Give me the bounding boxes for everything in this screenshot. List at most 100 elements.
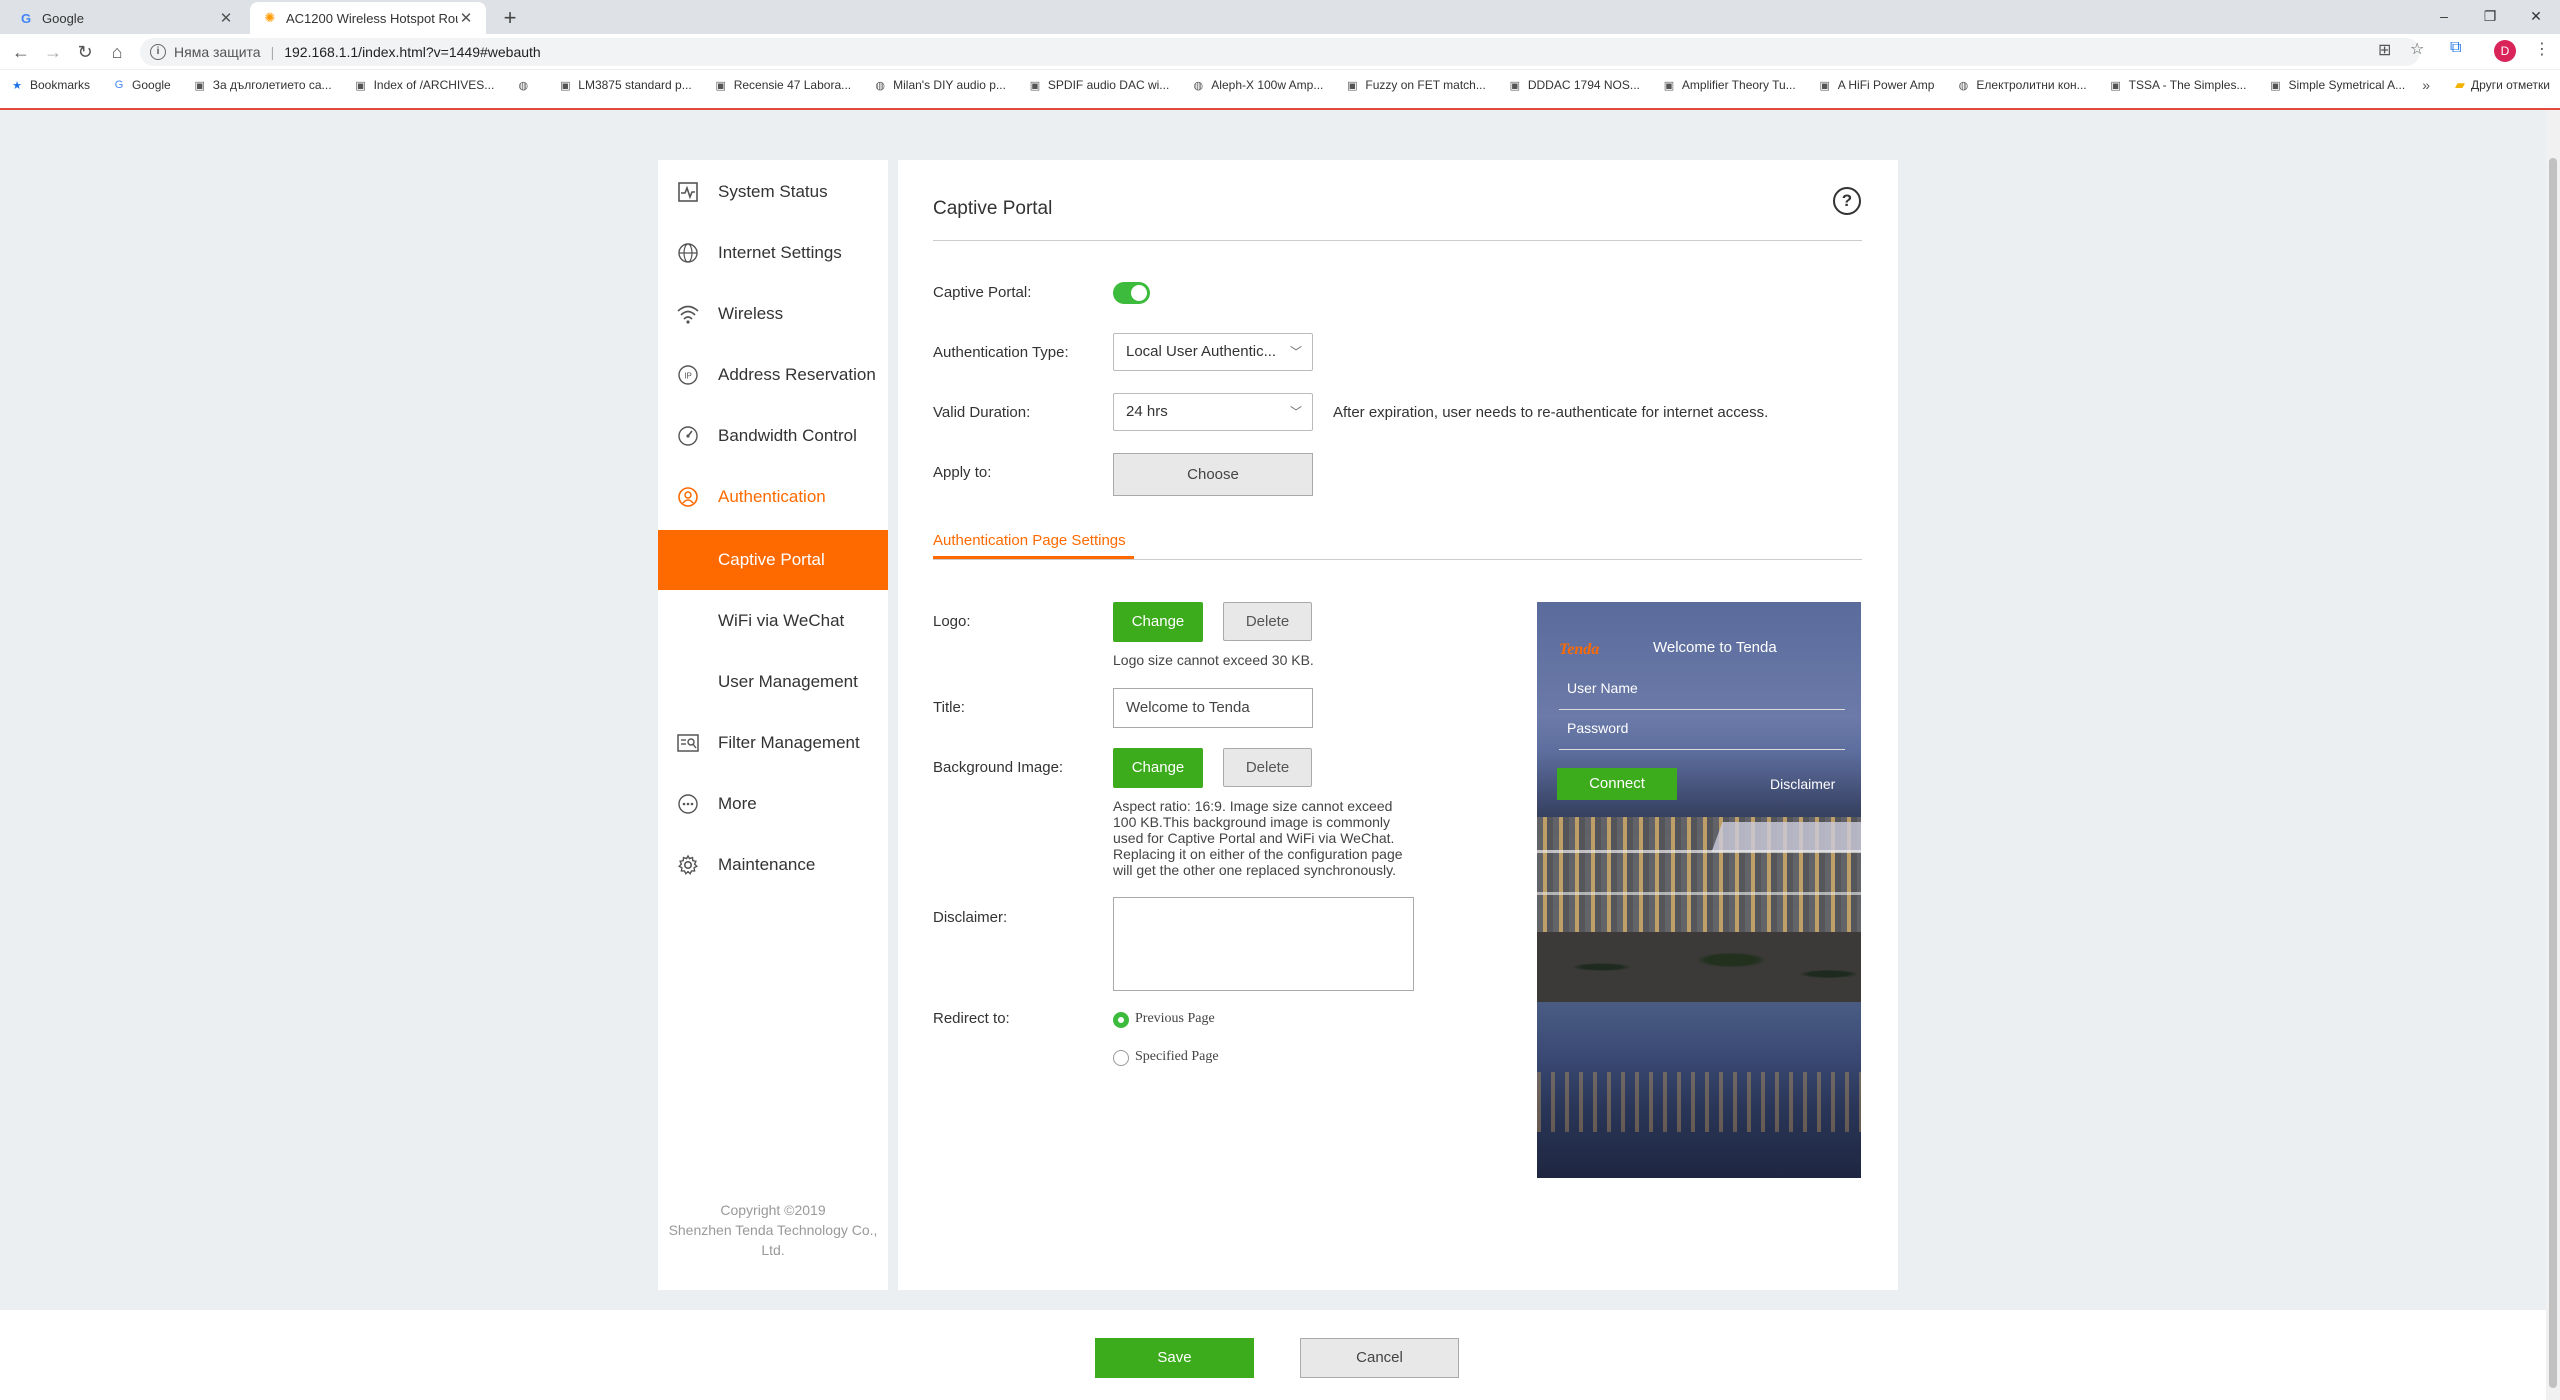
sidebar-item-system-status[interactable]: System Status — [658, 162, 888, 222]
menu-icon[interactable]: ⋮ — [2534, 39, 2550, 59]
close-tab-icon[interactable]: ✕ — [458, 9, 474, 27]
apply-to-label: Apply to: — [933, 464, 992, 481]
other-bookmarks-folder[interactable]: ▰ Други отметки — [2455, 70, 2550, 100]
background-delete-button[interactable]: Delete — [1223, 748, 1312, 787]
background-hint: Aspect ratio: 16:9. Image size cannot ex… — [1113, 798, 1403, 878]
bookmarks-bar: ★ Bookmarks G Google ▣ За дълголетието са... ▣… — [0, 70, 2560, 100]
redirect-previous-radio[interactable] — [1113, 1012, 1129, 1028]
translate-icon[interactable]: ⊞ — [2378, 40, 2391, 60]
other-bookmarks-label: Други отметки — [2471, 78, 2550, 92]
extension-icon[interactable]: ⧉ — [2450, 39, 2461, 57]
bookmark-item[interactable]: ▣ SPDIF audio DAC wi... — [1028, 78, 1170, 92]
sidebar-item-wireless[interactable]: Wireless — [658, 284, 888, 344]
bookmark-item[interactable]: ▣ A HiFi Power Amp — [1818, 78, 1935, 92]
bookmark-item[interactable]: ◍ Milan's DIY audio p... — [873, 78, 1006, 92]
sidebar-item-internet-settings[interactable]: Internet Settings — [658, 223, 888, 283]
valid-duration-hint: After expiration, user needs to re-authe… — [1333, 404, 1769, 421]
sidebar-item-filter-management[interactable]: Filter Management — [658, 713, 888, 773]
new-tab-button[interactable]: + — [496, 4, 524, 32]
address-bar[interactable]: i Няма защита | 192.168.1.1/index.html?v… — [140, 38, 2420, 66]
bookmark-item[interactable]: ★ Bookmarks — [10, 78, 90, 92]
preview-username: User Name — [1567, 680, 1638, 696]
copyright-line: Ltd. — [761, 1242, 785, 1258]
bookmark-item[interactable]: ▣ TSSA - The Simples... — [2109, 78, 2247, 92]
sidebar-item-label: System Status — [718, 182, 828, 201]
preview-connect-button: Connect — [1557, 768, 1677, 800]
hint-line: Aspect ratio: 16:9. Image size cannot ex… — [1113, 798, 1393, 814]
sidebar-item-more[interactable]: More — [658, 774, 888, 834]
auth-type-select[interactable]: Local User Authentic... ﹀ — [1113, 333, 1313, 371]
sidebar-item-user-management[interactable]: User Management — [658, 652, 888, 712]
minimize-icon[interactable]: – — [2424, 2, 2464, 30]
bookmark-item[interactable]: ◍ Aleph-X 100w Amp... — [1191, 78, 1323, 92]
bookmark-label: Index of /ARCHIVES... — [373, 78, 495, 92]
sidebar-item-captive-portal[interactable]: Captive Portal — [658, 530, 888, 590]
bookmark-label: TSSA - The Simples... — [2128, 78, 2247, 92]
scrollbar-thumb[interactable] — [2549, 158, 2557, 1388]
disclaimer-textarea[interactable] — [1113, 897, 1414, 991]
captive-portal-toggle[interactable] — [1113, 282, 1150, 304]
valid-duration-label: Valid Duration: — [933, 404, 1031, 421]
bookmark-label: SPDIF audio DAC wi... — [1047, 78, 1170, 92]
tenda-icon: ✺ — [264, 10, 276, 25]
bookmark-item[interactable]: ◍ Електролитни кон... — [1956, 78, 2087, 92]
bookmark-item[interactable]: ▣ Index of /ARCHIVES... — [354, 78, 495, 92]
bookmark-item[interactable]: ▣ За дълголетието са... — [193, 78, 332, 92]
sidebar-item-address-reservation[interactable]: IP Address Reservation — [658, 345, 888, 405]
tab-auth-page-settings[interactable]: Authentication Page Settings — [933, 532, 1126, 549]
tab-title: Google — [42, 10, 84, 26]
sidebar-item-bandwidth-control[interactable]: Bandwidth Control — [658, 406, 888, 466]
bookmark-site-icon: ▣ — [2270, 79, 2281, 92]
bookmark-item[interactable]: ◍ — [516, 78, 536, 92]
tab-google[interactable]: G Google ✕ — [6, 2, 246, 34]
info-icon[interactable]: i — [150, 44, 166, 60]
bookmark-label: Електролитни кон... — [1976, 78, 2087, 92]
auth-icon — [674, 483, 702, 511]
tab-router[interactable]: ✺ AC1200 Wireless Hotspot Router ✕ — [250, 2, 486, 34]
restore-icon[interactable]: ❐ — [2470, 2, 2510, 30]
logo-delete-button[interactable]: Delete — [1223, 602, 1312, 641]
more-icon — [674, 790, 702, 818]
save-button[interactable]: Save — [1095, 1338, 1254, 1378]
sidebar-item-maintenance[interactable]: Maintenance — [658, 835, 888, 895]
bookmark-label: LM3875 standard p... — [578, 78, 692, 92]
sidebar-item-label: Address Reservation — [718, 365, 876, 384]
bookmark-item[interactable]: ▣ Simple Symetrical A... — [2268, 78, 2405, 92]
background-image-label: Background Image: — [933, 759, 1064, 776]
sidebar: System Status Internet Settings Wireless… — [658, 160, 888, 1290]
logo-change-button[interactable]: Change — [1113, 602, 1203, 642]
bookmark-item[interactable]: ▣ Fuzzy on FET match... — [1345, 78, 1486, 92]
bookmark-item[interactable]: ▣ DDDAC 1794 NOS... — [1508, 78, 1640, 92]
bookmark-item[interactable]: G Google — [112, 78, 171, 92]
redirect-specified-radio[interactable] — [1113, 1050, 1129, 1066]
cancel-button[interactable]: Cancel — [1300, 1338, 1459, 1378]
valid-duration-select[interactable]: 24 hrs ﹀ — [1113, 393, 1313, 431]
bookmark-label: За дълголетието са... — [212, 78, 332, 92]
back-icon[interactable]: ← — [8, 39, 34, 65]
sidebar-item-wifi-via-wechat[interactable]: WiFi via WeChat — [658, 591, 888, 651]
close-window-icon[interactable]: ✕ — [2516, 2, 2556, 30]
forward-icon[interactable]: → — [40, 39, 66, 65]
close-tab-icon[interactable]: ✕ — [218, 9, 234, 27]
help-icon[interactable]: ? — [1833, 187, 1861, 215]
preview-username-line — [1559, 709, 1845, 710]
bookmark-item[interactable]: ▣ Recensie 47 Labora... — [714, 78, 852, 92]
bookmark-label: Amplifier Theory Tu... — [1681, 78, 1796, 92]
bookmark-item[interactable]: ▣ Amplifier Theory Tu... — [1662, 78, 1796, 92]
bookmark-star-icon[interactable]: ☆ — [2410, 39, 2424, 59]
home-icon[interactable]: ⌂ — [104, 39, 130, 65]
folder-icon: ▰ — [2455, 77, 2466, 92]
bookmark-item[interactable]: ▣ LM3875 standard p... — [558, 78, 692, 92]
title-input[interactable]: Welcome to Tenda — [1113, 688, 1313, 728]
background-change-button[interactable]: Change — [1113, 748, 1203, 788]
choose-button[interactable]: Choose — [1113, 453, 1313, 496]
more-bookmarks-button[interactable]: » — [2422, 70, 2430, 100]
sidebar-item-label: Maintenance — [718, 855, 816, 874]
preview-bg — [1537, 1072, 1861, 1132]
bookmark-label: Aleph-X 100w Amp... — [1211, 78, 1324, 92]
url-text: 192.168.1.1/index.html?v=1449#webauth — [284, 44, 541, 60]
sidebar-item-label: WiFi via WeChat — [718, 611, 845, 630]
sidebar-item-authentication[interactable]: Authentication — [658, 467, 888, 527]
avatar[interactable]: D — [2494, 40, 2516, 62]
reload-icon[interactable]: ↻ — [72, 39, 98, 65]
